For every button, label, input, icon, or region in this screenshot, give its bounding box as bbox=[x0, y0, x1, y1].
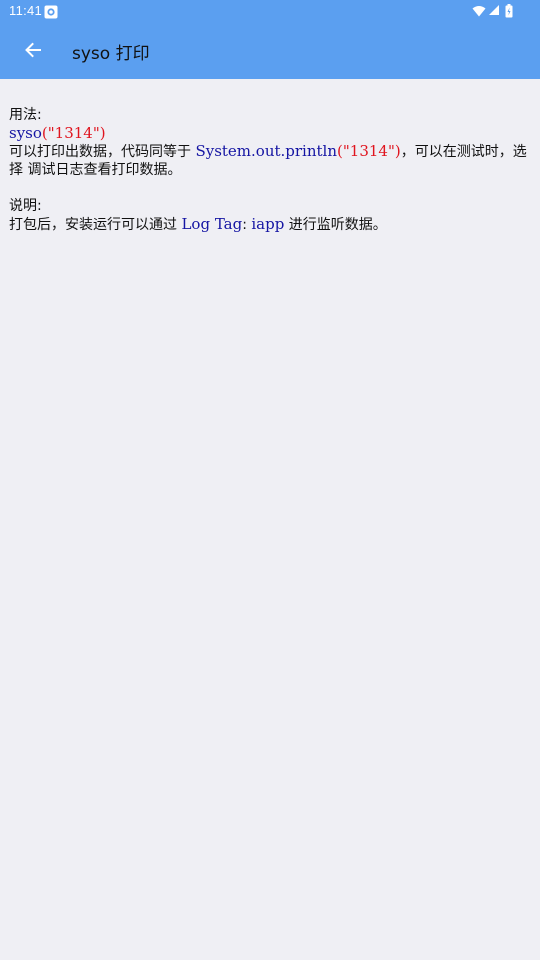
log-tag-separator: : bbox=[242, 217, 252, 233]
status-time: 11:41 bbox=[9, 3, 43, 18]
code-paren-close: ) bbox=[99, 124, 106, 142]
code-argument: "1314" bbox=[342, 142, 395, 160]
back-button[interactable] bbox=[13, 30, 53, 70]
wifi-icon bbox=[472, 6, 486, 17]
note-suffix: 进行监听数据。 bbox=[284, 217, 387, 233]
note-prefix: 打包后，安装运行可以通过 bbox=[9, 217, 182, 233]
note-heading: 说明: bbox=[9, 198, 42, 214]
description-prefix: 可以打印出数据，代码同等于 bbox=[9, 144, 196, 160]
camera-notification-icon bbox=[44, 4, 58, 19]
battery-icon bbox=[505, 4, 513, 18]
code-function: System.out.println bbox=[195, 142, 338, 160]
usage-code: syso("1314") bbox=[9, 124, 533, 142]
description-line-1: 可以打印出数据，代码同等于 System.out.println("1314")… bbox=[9, 142, 533, 161]
cell-signal-icon bbox=[489, 5, 499, 15]
arrow-left-icon bbox=[25, 42, 41, 58]
code-function: syso bbox=[9, 124, 42, 142]
log-tag-value: iapp bbox=[251, 215, 285, 233]
description-suffix: ，可以在测试时，选 bbox=[400, 144, 527, 160]
app-bar: syso 打印 bbox=[0, 22, 540, 79]
log-tag-label: Log Tag bbox=[181, 215, 243, 233]
description-line-2: 择 调试日志查看打印数据。 bbox=[9, 162, 182, 178]
content-area: 用法: syso("1314") 可以打印出数据，代码同等于 System.ou… bbox=[9, 106, 533, 234]
code-argument: "1314" bbox=[47, 124, 100, 142]
page-title: syso 打印 bbox=[72, 44, 150, 64]
note-line: 打包后，安装运行可以通过 Log Tag: iapp 进行监听数据。 bbox=[9, 215, 533, 234]
status-bar: 11:41 bbox=[0, 0, 540, 22]
usage-heading: 用法: bbox=[9, 107, 42, 123]
